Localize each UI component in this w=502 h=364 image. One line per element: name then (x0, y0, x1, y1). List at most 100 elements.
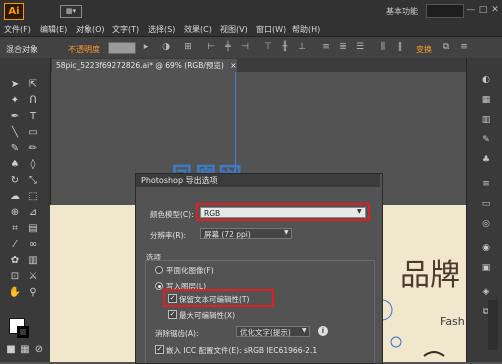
preserve-text-label: 保留文本可编辑性(T) (179, 295, 250, 304)
menu-view[interactable]: 视图(V) (220, 24, 248, 35)
color-panel-icon[interactable]: ◐ (480, 74, 492, 86)
pencil-tool-icon[interactable]: ✏ (26, 142, 40, 155)
resolution-dropdown-icon[interactable]: ▼ (284, 229, 289, 236)
color-mode-icon[interactable]: ■ (4, 343, 18, 356)
panel-menu-icon[interactable]: ≡ (458, 41, 470, 53)
opacity-link[interactable]: 不透明度 (68, 44, 100, 55)
antialias-dropdown-icon[interactable]: ▼ (302, 327, 307, 334)
maximize-button[interactable]: □ (478, 5, 488, 15)
align-bottom-icon[interactable]: ⊥ (296, 41, 308, 53)
eyedropper-tool-icon[interactable]: ⁄ (8, 238, 22, 251)
preserve-text-checkbox[interactable]: ✓ (168, 294, 177, 303)
selection-type-label: 混合对象 (6, 45, 38, 54)
symbol-sprayer-tool-icon[interactable]: ✿ (8, 254, 22, 267)
warp-tool-icon[interactable]: ☁ (8, 190, 22, 203)
direct-selection-tool-icon[interactable]: ⇱ (26, 78, 40, 91)
minimize-button[interactable]: — (466, 5, 476, 15)
line-tool-icon[interactable]: ╲ (8, 126, 22, 139)
scale-tool-icon[interactable]: ⤡ (26, 174, 40, 187)
max-editability-checkbox[interactable]: ✓ (168, 310, 177, 319)
isolate-icon[interactable]: ⧉ (440, 41, 452, 53)
max-editability-label: 最大可编辑性(X) (179, 311, 235, 320)
menu-select[interactable]: 选择(S) (148, 24, 175, 35)
opacity-field[interactable] (108, 42, 136, 54)
hand-tool-icon[interactable]: ✋ (8, 286, 22, 299)
distribute-horizontal-icon[interactable]: ⫼ (377, 41, 389, 53)
layers-panel-icon[interactable]: ◈ (480, 286, 492, 298)
type-tool-icon[interactable]: T (26, 110, 40, 123)
menu-edit[interactable]: 编辑(E) (40, 24, 67, 35)
gradient-mode-icon[interactable]: ▦ (18, 343, 32, 356)
antialias-label: 消除锯齿(A): (155, 329, 199, 338)
align-middle-icon[interactable]: ╫ (279, 41, 291, 53)
search-input[interactable] (426, 4, 464, 18)
menu-file[interactable]: 文件(F) (4, 24, 31, 35)
eraser-tool-icon[interactable]: ◊ (26, 158, 40, 171)
menu-object[interactable]: 对象(O) (76, 24, 105, 35)
align-center-icon[interactable]: ╪ (222, 41, 234, 53)
write-layers-radio[interactable] (155, 282, 163, 290)
blob-brush-tool-icon[interactable]: ♠ (8, 158, 22, 171)
antialias-select[interactable]: 优化文字(提示) (236, 326, 310, 337)
resolution-select[interactable]: 屏幕 (72 ppi) (200, 228, 292, 239)
menu-help[interactable]: 帮助(H) (292, 24, 320, 35)
appearance-panel-icon[interactable]: ◉ (480, 242, 492, 254)
gradient-panel-icon[interactable]: ▭ (480, 198, 492, 210)
flatten-image-label: 平面化图像(F) (166, 266, 214, 275)
close-button[interactable]: ✕ (490, 5, 500, 15)
workspace-switcher[interactable]: 基本功能 (386, 6, 418, 17)
document-tab-close-icon[interactable]: × (230, 61, 236, 70)
slice-tool-icon[interactable]: ⚔ (26, 270, 40, 283)
embed-icc-label: 嵌入 ICC 配置文件(E): sRGB IEC61966-2.1 (166, 346, 318, 355)
arrange-documents-button[interactable]: ▦▾ (60, 5, 82, 18)
dialog-title: Photoshop 导出选项 (136, 174, 380, 187)
distribute-center-icon[interactable]: ‖ (394, 41, 406, 53)
graphic-styles-panel-icon[interactable]: ▣ (480, 262, 492, 274)
swatches-panel-icon[interactable]: ▥ (480, 114, 492, 126)
pen-tool-icon[interactable]: ✒ (8, 110, 22, 123)
perspective-grid-tool-icon[interactable]: ⊿ (26, 206, 40, 219)
symbols-panel-icon[interactable]: ♣ (480, 154, 492, 166)
vertical-scrollbar[interactable] (488, 300, 498, 350)
stroke-panel-icon[interactable]: ≡ (480, 178, 492, 190)
align-top-icon[interactable]: ⊤ (262, 41, 274, 53)
reference-point-icon[interactable]: ⊞ (182, 41, 194, 53)
menu-window[interactable]: 窗口(W) (256, 24, 286, 35)
shape-builder-tool-icon[interactable]: ⊕ (8, 206, 22, 219)
distribute-top-icon[interactable]: ≡ (320, 41, 332, 53)
document-tab[interactable]: 58pic_5223f69272826.ai* @ 69% (RGB/预览) × (52, 59, 237, 72)
artboard-tool-icon[interactable]: ⊡ (8, 270, 22, 283)
stroke-color-swatch[interactable] (17, 326, 29, 338)
color-guide-icon[interactable]: ▦ (480, 94, 492, 106)
distribute-bottom-icon[interactable]: ☰ (354, 41, 366, 53)
menu-type[interactable]: 文字(T) (112, 24, 139, 35)
highlight-color-model (196, 203, 370, 221)
recolor-icon[interactable]: ◑ (160, 41, 172, 53)
column-graph-tool-icon[interactable]: ▥ (26, 254, 40, 267)
mesh-tool-icon[interactable]: ⌗ (8, 222, 22, 235)
opacity-arrow-icon[interactable]: ▸ (140, 41, 152, 53)
rotate-tool-icon[interactable]: ↻ (8, 174, 22, 187)
brushes-panel-icon[interactable]: ✎ (480, 134, 492, 146)
transparency-panel-icon[interactable]: ◎ (480, 218, 492, 230)
app-logo: Ai (4, 3, 24, 20)
zoom-tool-icon[interactable]: ⚲ (26, 286, 40, 299)
menu-effect[interactable]: 效果(C) (184, 24, 212, 35)
paintbrush-tool-icon[interactable]: ✎ (8, 142, 22, 155)
rectangle-tool-icon[interactable]: ▭ (26, 126, 40, 139)
selection-tool-icon[interactable]: ➤ (8, 78, 22, 91)
document-tab-title: 58pic_5223f69272826.ai* @ 69% (RGB/预览) (56, 61, 224, 70)
transform-link[interactable]: 变换 (416, 44, 432, 55)
align-left-icon[interactable]: ⊢ (205, 41, 217, 53)
gradient-tool-icon[interactable]: ▤ (26, 222, 40, 235)
blend-tool-icon[interactable]: ∞ (26, 238, 40, 251)
embed-icc-checkbox[interactable]: ✓ (155, 345, 164, 354)
info-icon[interactable]: i (318, 326, 328, 336)
free-transform-tool-icon[interactable]: ⬚ (26, 190, 40, 203)
lasso-tool-icon[interactable]: ᑎ (26, 94, 40, 107)
flatten-image-radio[interactable] (155, 266, 163, 274)
align-right-icon[interactable]: ⊣ (239, 41, 251, 53)
distribute-middle-icon[interactable]: ≣ (337, 41, 349, 53)
none-mode-icon[interactable]: ⊘ (32, 343, 46, 356)
magic-wand-tool-icon[interactable]: ✦ (8, 94, 22, 107)
